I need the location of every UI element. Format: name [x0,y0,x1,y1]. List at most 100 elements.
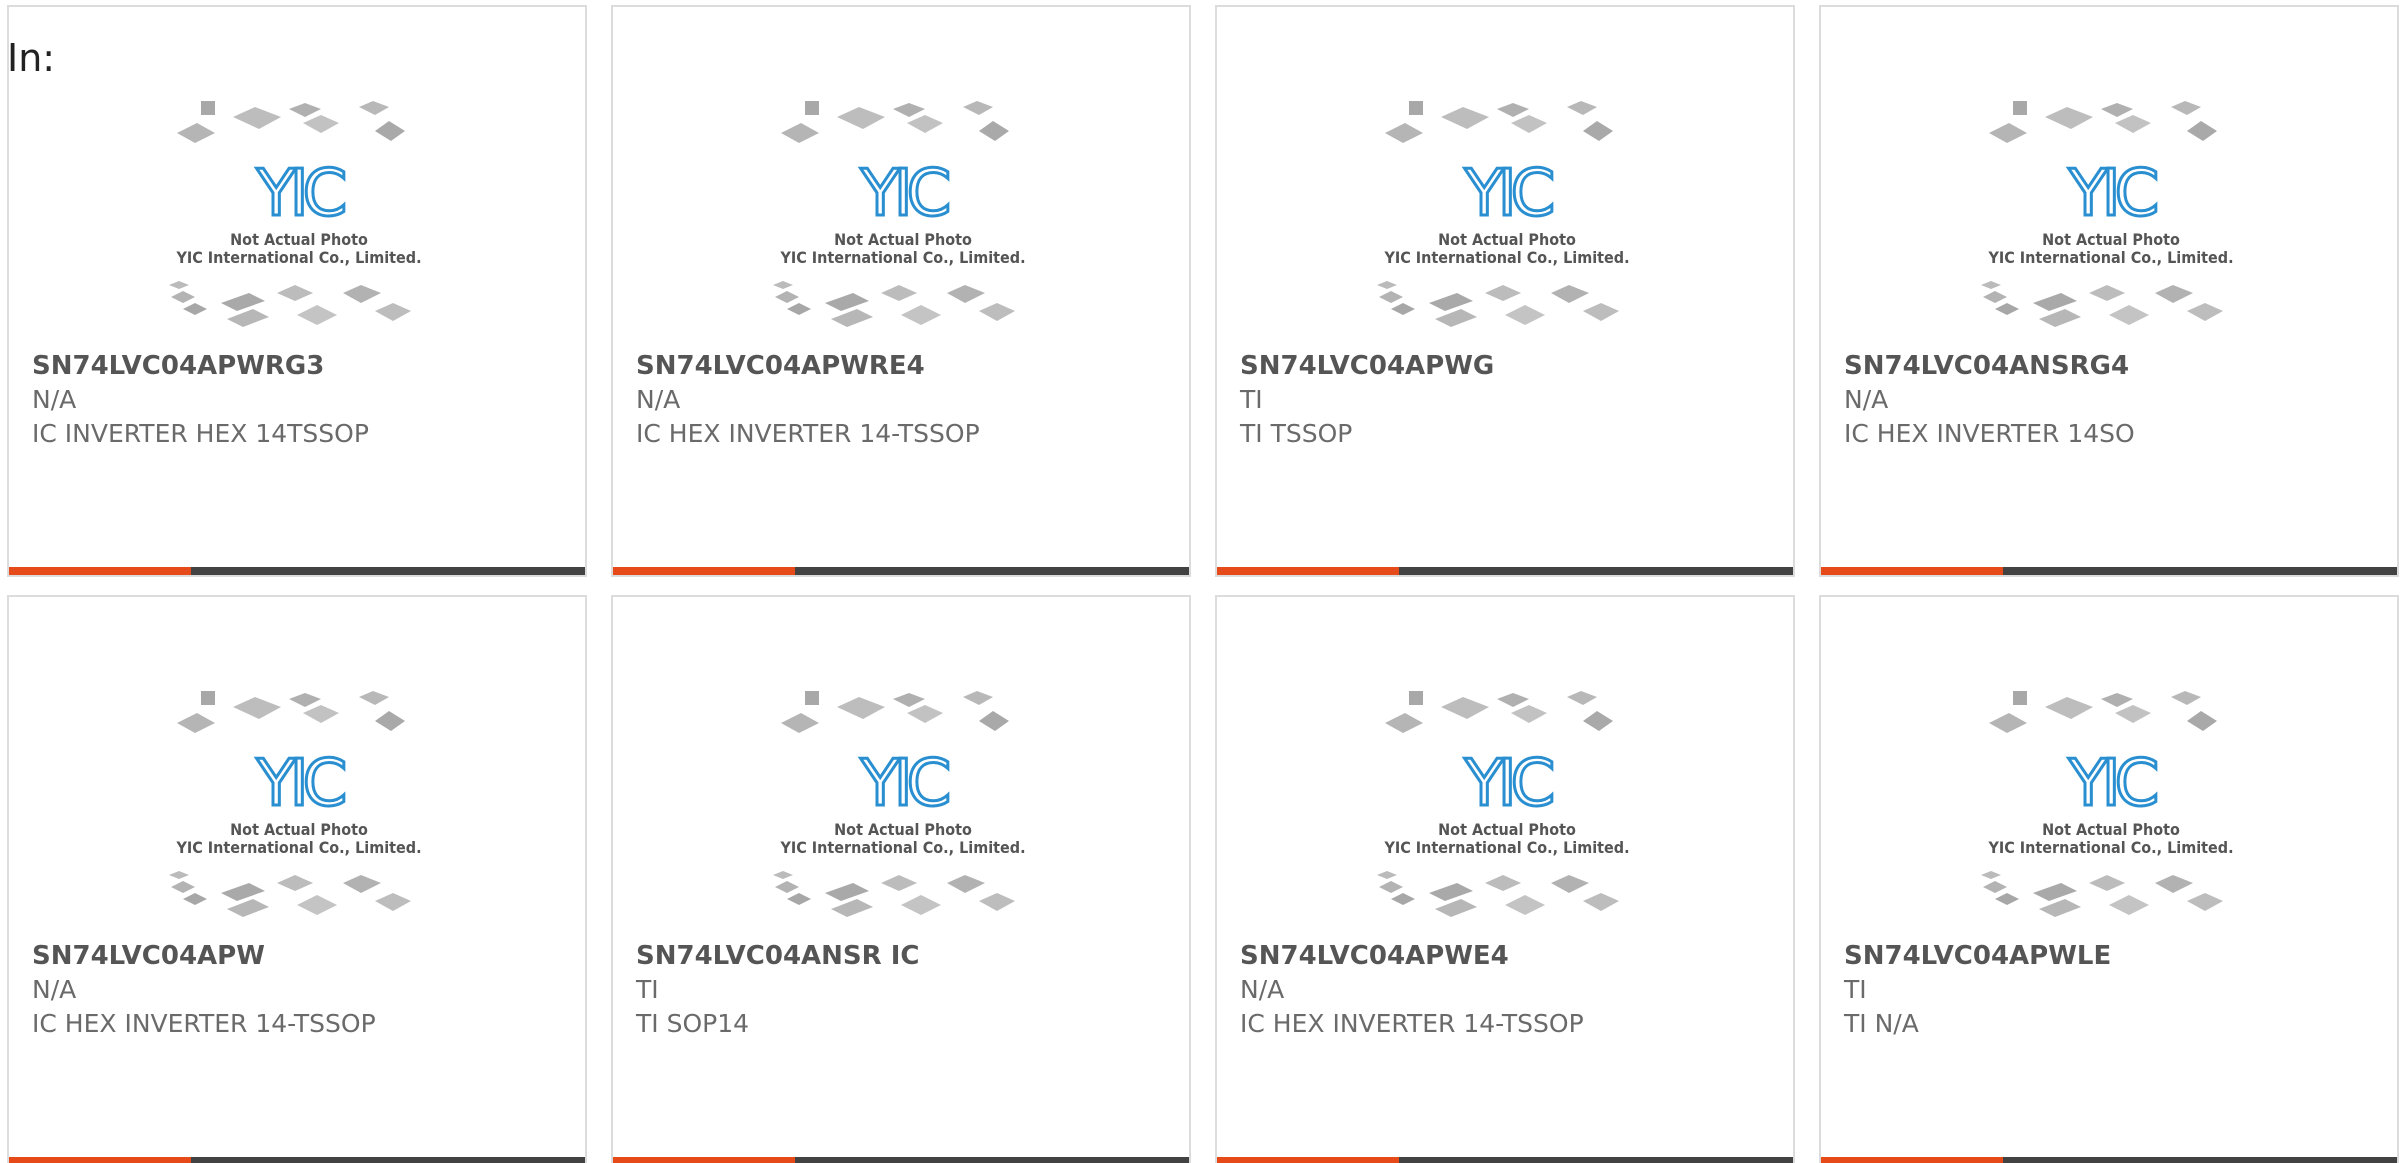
chip-graphic [297,895,337,915]
product-manufacturer: N/A [32,975,77,1004]
product-part-number[interactable]: SN74LVC04APWG [1240,349,1777,383]
chip-graphic [1435,899,1477,917]
product-card[interactable]: YIC Not Actual Photo YIC International Co.… [1819,595,2399,1163]
product-part-number[interactable]: SN74LVC04APWLE [1844,939,2381,973]
chip-graphic [2013,691,2027,705]
chip-graphic [1385,123,1423,143]
product-description: IC INVERTER HEX 14TSSOP [32,419,369,448]
chip-graphic [831,899,873,917]
product-part-number[interactable]: SN74LVC04ANSR IC [636,939,1173,973]
product-description: IC HEX INVERTER 14-TSSOP [32,1009,376,1038]
product-manufacturer: TI [1240,385,1263,414]
product-manufacturer: N/A [1240,975,1285,1004]
chip-graphic [1511,115,1547,133]
chip-graphic [947,285,985,303]
card-bottom-bar [1217,567,1793,575]
chip-graphic [893,693,925,707]
product-card[interactable]: YIC Not Actual Photo YIC International Co.… [7,5,587,577]
card-bar-accent [613,567,795,575]
chip-graphic [375,303,411,321]
chip-graphic [1441,107,1489,129]
chip-graphic [2045,697,2093,719]
chip-graphic [2089,285,2125,301]
chip-graphic [831,309,873,327]
yic-logo: YIC [860,747,949,821]
chip-graphic [1497,693,1529,707]
product-part-number[interactable]: SN74LVC04APWE4 [1240,939,1777,973]
chip-graphic [1583,893,1619,911]
chip-graphic [289,693,321,707]
not-actual-photo-text: Not Actual Photo [230,230,368,249]
chip-graphic [837,697,885,719]
chip-graphic [2187,711,2217,731]
in-label: In: [7,36,56,80]
chip-graphic [183,893,207,905]
chip-graphic [1505,305,1545,325]
chip-graphic [781,713,819,733]
product-card[interactable]: YIC Not Actual Photo YIC International Co.… [7,595,587,1163]
card-bottom-bar [613,567,1189,575]
product-description: IC HEX INVERTER 14-TSSOP [636,419,980,448]
card-bar-accent [1821,567,2003,575]
chip-graphic [781,123,819,143]
product-card[interactable]: YIC Not Actual Photo YIC International Co.… [1215,595,1795,1163]
chip-graphic [2155,285,2193,303]
card-bottom-bar [1217,1157,1793,1163]
chip-graphic [1989,123,2027,143]
chip-graphic [2155,875,2193,893]
chip-graphic [787,893,811,905]
chip-graphic [1409,691,1423,705]
product-card[interactable]: YIC Not Actual Photo YIC International Co.… [1819,5,2399,577]
product-card[interactable]: YIC Not Actual Photo YIC International Co.… [611,5,1191,577]
chip-graphic [1379,881,1403,893]
chip-graphic [775,291,799,303]
card-bottom-bar [1821,1157,2397,1163]
chip-graphic [1377,281,1397,289]
not-actual-photo-text: Not Actual Photo [1438,230,1576,249]
product-card[interactable]: YIC Not Actual Photo YIC International Co.… [611,595,1191,1163]
chip-graphic [1995,303,2019,315]
chip-graphic [787,303,811,315]
chip-graphic [2115,705,2151,723]
company-name-text: YIC International Co., Limited. [175,248,421,267]
product-part-number[interactable]: SN74LVC04APWRG3 [32,349,569,383]
chip-graphic [1379,291,1403,303]
yic-logo: YIC [2068,157,2157,231]
chip-graphic [881,285,917,301]
product-part-number[interactable]: SN74LVC04APWRE4 [636,349,1173,383]
product-photo-placeholder[interactable]: YIC Not Actual Photo YIC International Co.… [149,97,449,347]
chip-graphic [1551,875,1589,893]
product-description: TI N/A [1844,1009,1919,1038]
product-photo-placeholder[interactable]: YIC Not Actual Photo YIC International Co.… [1961,97,2261,347]
chip-graphic [183,303,207,315]
card-bottom-bar [1821,567,2397,575]
chip-graphic [289,103,321,117]
chip-graphic [1391,893,1415,905]
chip-graphic [2033,883,2077,901]
chip-graphic [2013,101,2027,115]
chip-graphic [343,875,381,893]
product-photo-placeholder[interactable]: YIC Not Actual Photo YIC International Co.… [1357,687,1657,937]
company-name-text: YIC International Co., Limited. [1383,838,1629,857]
card-bar-accent [1821,1157,2003,1163]
chip-graphic [979,303,1015,321]
product-part-number[interactable]: SN74LVC04ANSRG4 [1844,349,2381,383]
product-grid: YIC Not Actual Photo YIC International Co.… [7,5,2399,1163]
product-card[interactable]: YIC Not Actual Photo YIC International Co.… [1215,5,1795,577]
chip-graphic [805,691,819,705]
product-photo-placeholder[interactable]: YIC Not Actual Photo YIC International Co.… [149,687,449,937]
product-part-number[interactable]: SN74LVC04APW [32,939,569,973]
chip-graphic [2089,875,2125,891]
chip-graphic [775,881,799,893]
product-photo-placeholder[interactable]: YIC Not Actual Photo YIC International Co.… [1357,97,1657,347]
product-description: IC HEX INVERTER 14-TSSOP [1240,1009,1584,1038]
chip-graphic [773,871,793,879]
not-actual-photo-text: Not Actual Photo [230,820,368,839]
product-photo-placeholder[interactable]: YIC Not Actual Photo YIC International Co.… [753,97,1053,347]
chip-graphic [1485,875,1521,891]
chip-graphic [1551,285,1589,303]
product-photo-placeholder[interactable]: YIC Not Actual Photo YIC International Co.… [1961,687,2261,937]
chip-graphic [221,883,265,901]
product-photo-placeholder[interactable]: YIC Not Actual Photo YIC International Co.… [753,687,1053,937]
chip-graphic [2171,691,2201,705]
